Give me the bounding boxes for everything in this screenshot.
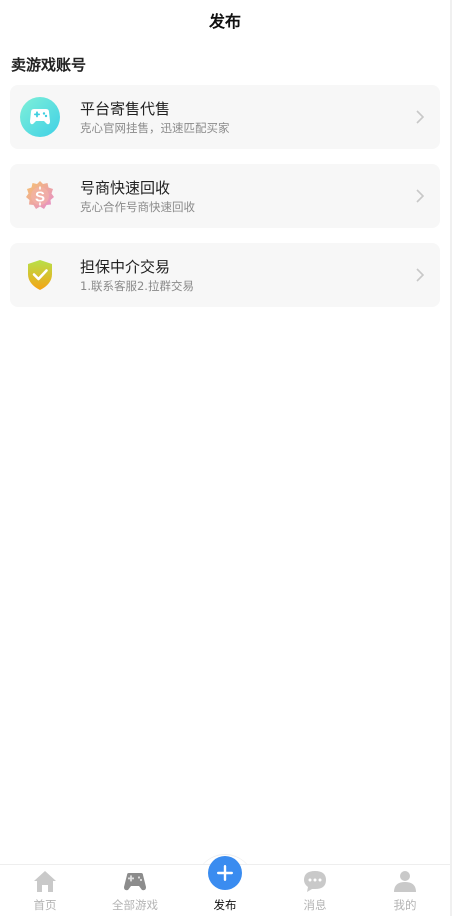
- page-title: 发布: [208, 12, 241, 31]
- chevron-right-icon: [412, 109, 428, 125]
- dollar-badge-icon: S: [20, 176, 60, 216]
- tab-messages[interactable]: 消息: [270, 865, 360, 916]
- section-title: 卖游戏账号: [11, 56, 87, 74]
- tab-home[interactable]: 首页: [0, 865, 90, 916]
- user-icon: [392, 868, 418, 894]
- card-title: 号商快速回收: [80, 178, 171, 197]
- card-platform-consignment[interactable]: 平台寄售代售 克心官网挂售，迅速匹配买家: [10, 85, 440, 149]
- chevron-right-icon: [412, 188, 428, 204]
- tab-profile[interactable]: 我的: [360, 865, 450, 916]
- tab-label: 发布: [213, 898, 237, 912]
- card-subtitle: 克心合作号商快速回收: [80, 199, 195, 214]
- plus-icon: [217, 865, 233, 881]
- gamepad-icon: [20, 97, 60, 137]
- gamepad-icon: [122, 868, 148, 894]
- chat-icon: [302, 868, 328, 894]
- card-subtitle: 1.联系客服2.拉群交易: [80, 278, 194, 293]
- card-title: 平台寄售代售: [80, 99, 171, 118]
- card-subtitle: 克心官网挂售，迅速匹配买家: [80, 120, 230, 135]
- tab-label: 消息: [303, 898, 327, 912]
- card-title: 担保中介交易: [80, 257, 171, 276]
- tab-label: 我的: [393, 898, 417, 912]
- tab-label: 首页: [33, 898, 57, 912]
- publish-page: 发布 卖游戏账号 平台寄售代售 克心官网挂售，迅速匹配买家 S 号商快速回收 克…: [0, 0, 452, 916]
- card-escrow-trade[interactable]: 担保中介交易 1.联系客服2.拉群交易: [10, 243, 440, 307]
- publish-button[interactable]: [208, 856, 242, 890]
- shield-check-icon: [20, 255, 60, 295]
- header: 发布: [0, 0, 450, 40]
- chevron-right-icon: [412, 267, 428, 283]
- card-quick-recycle[interactable]: S 号商快速回收 克心合作号商快速回收: [10, 164, 440, 228]
- tab-label: 全部游戏: [112, 898, 158, 912]
- tab-all-games[interactable]: 全部游戏: [90, 865, 180, 916]
- home-icon: [32, 868, 58, 894]
